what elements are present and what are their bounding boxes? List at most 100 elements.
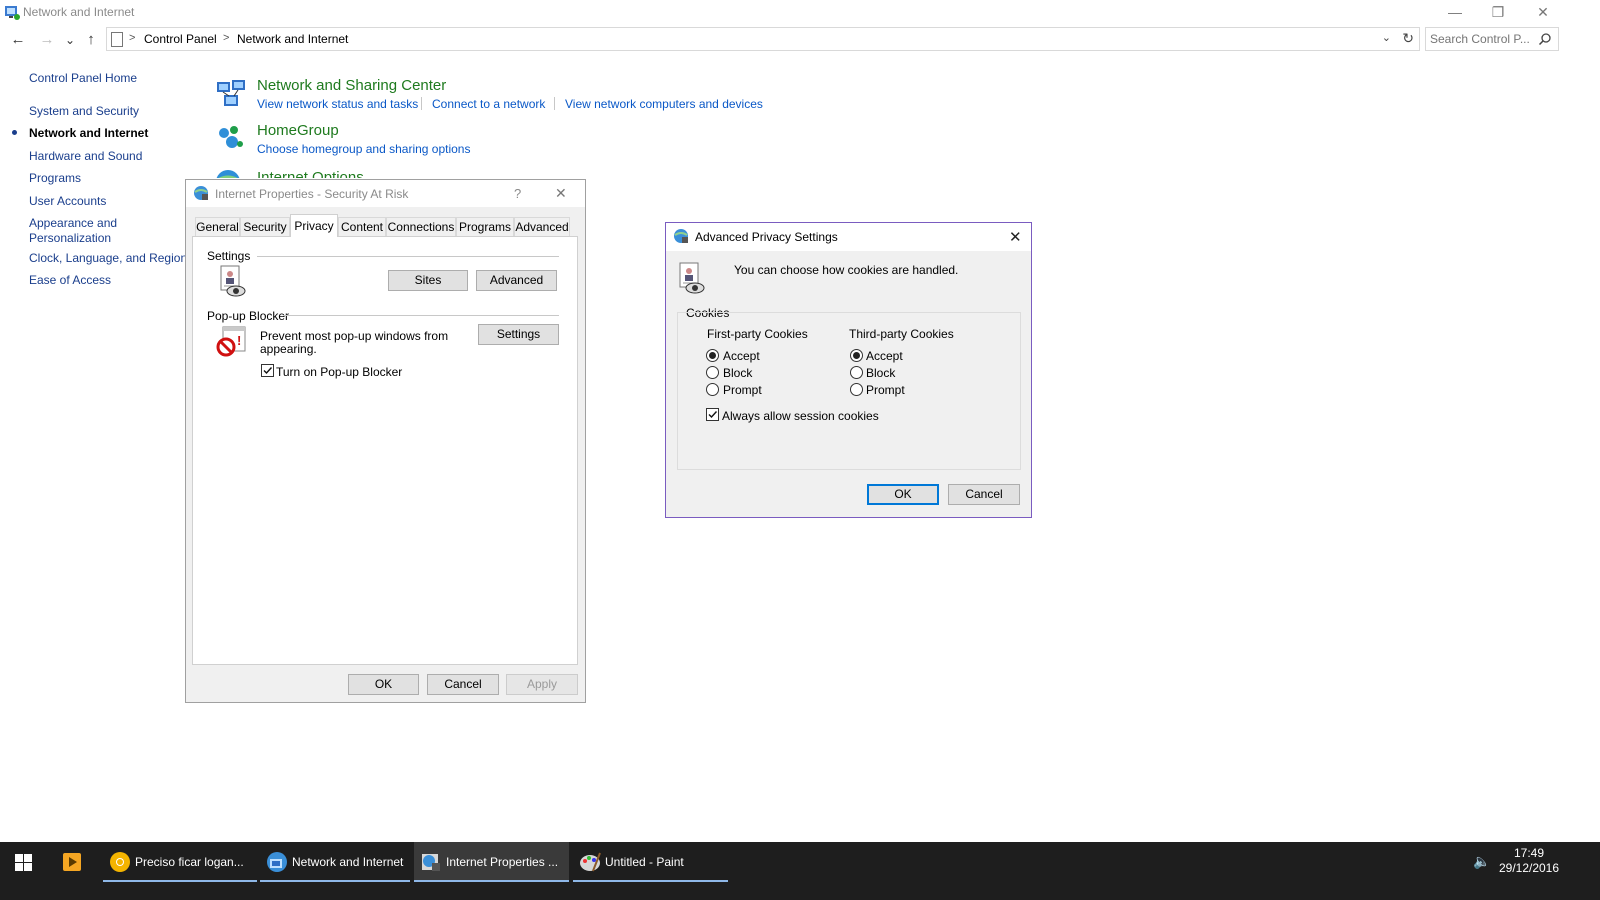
taskbar-item-paint[interactable]: Untitled - Paint xyxy=(573,842,728,882)
taskbar-label: Preciso ficar logan... xyxy=(135,855,244,869)
window-titlebar: Network and Internet — ❐ ✕ xyxy=(0,0,1600,24)
third-party-block-label[interactable]: Block xyxy=(866,366,895,380)
internet-options-title[interactable]: Internet Options xyxy=(257,169,364,178)
media-player-icon[interactable] xyxy=(62,852,82,872)
search-box[interactable] xyxy=(1425,27,1559,51)
privacy-ok-button[interactable]: OK xyxy=(867,484,939,505)
third-party-block-radio[interactable] xyxy=(850,366,863,379)
search-icon[interactable] xyxy=(1538,32,1552,46)
volume-icon[interactable]: 🔈 xyxy=(1473,853,1490,870)
properties-ok-button[interactable]: OK xyxy=(348,674,419,695)
popup-divider xyxy=(283,315,559,316)
popup-settings-button[interactable]: Settings xyxy=(478,324,559,345)
internet-properties-title: Internet Properties - Security At Risk xyxy=(215,187,409,201)
privacy-cancel-button[interactable]: Cancel xyxy=(948,484,1020,505)
popup-blocker-label: Pop-up Blocker xyxy=(207,309,290,323)
properties-cancel-button[interactable]: Cancel xyxy=(427,674,499,695)
view-network-status-link[interactable]: View network status and tasks xyxy=(257,97,418,111)
taskbar-item-chrome[interactable]: Preciso ficar logan... xyxy=(103,842,257,882)
tab-connections[interactable]: Connections xyxy=(386,217,456,237)
link-separator xyxy=(421,97,422,110)
popup-description-line2: appearing. xyxy=(260,342,317,356)
close-button[interactable]: ✕ xyxy=(1523,2,1563,22)
nav-control-panel-home[interactable]: Control Panel Home xyxy=(29,71,137,86)
nav-network-internet[interactable]: Network and Internet xyxy=(29,126,148,141)
breadcrumb-separator[interactable]: > xyxy=(223,32,229,44)
properties-apply-button[interactable]: Apply xyxy=(506,674,578,695)
nav-clock-language-region[interactable]: Clock, Language, and Region xyxy=(29,251,187,266)
taskbar-item-internet-properties[interactable]: Internet Properties ... xyxy=(414,842,569,882)
help-button[interactable]: ? xyxy=(514,186,521,201)
taskbar-item-network[interactable]: Network and Internet xyxy=(260,842,410,882)
restore-button[interactable]: ❐ xyxy=(1478,2,1518,22)
chevron-down-icon[interactable]: ⌄ xyxy=(1382,31,1391,44)
current-bullet xyxy=(12,130,17,135)
first-party-accept-radio[interactable] xyxy=(706,349,719,362)
homegroup-options-link[interactable]: Choose homegroup and sharing options xyxy=(257,142,470,156)
tab-content[interactable]: Content xyxy=(338,217,386,237)
privacy-icon xyxy=(220,265,246,297)
link-separator xyxy=(554,97,555,110)
nav-programs[interactable]: Programs xyxy=(29,171,81,186)
tab-general[interactable]: General xyxy=(195,217,240,237)
breadcrumb-separator[interactable]: > xyxy=(129,32,135,44)
nav-ease-of-access[interactable]: Ease of Access xyxy=(29,273,111,288)
refresh-icon[interactable]: ↻ xyxy=(1402,30,1414,47)
forward-icon[interactable]: → xyxy=(38,31,56,49)
third-party-label: Third-party Cookies xyxy=(849,327,954,341)
tab-advanced[interactable]: Advanced xyxy=(514,217,570,237)
first-party-accept-label[interactable]: Accept xyxy=(723,349,760,363)
svg-text:!: ! xyxy=(237,333,241,348)
tab-security[interactable]: Security xyxy=(240,217,290,237)
running-indicator xyxy=(260,880,410,882)
first-party-label: First-party Cookies xyxy=(707,327,808,341)
search-input[interactable] xyxy=(1430,31,1535,47)
nav-personalization[interactable]: Personalization xyxy=(29,231,111,246)
connect-network-link[interactable]: Connect to a network xyxy=(432,97,545,111)
sites-button[interactable]: Sites xyxy=(388,270,468,291)
up-icon[interactable]: ↑ xyxy=(82,31,100,49)
nav-appearance[interactable]: Appearance and xyxy=(29,216,117,231)
first-party-block-radio[interactable] xyxy=(706,366,719,379)
third-party-accept-radio[interactable] xyxy=(850,349,863,362)
tab-programs[interactable]: Programs xyxy=(456,217,514,237)
homegroup-title[interactable]: HomeGroup xyxy=(257,122,339,139)
view-network-computers-link[interactable]: View network computers and devices xyxy=(565,97,763,111)
control-panel-icon xyxy=(4,4,20,20)
running-indicator xyxy=(103,880,257,882)
breadcrumb-control-panel[interactable]: Control Panel xyxy=(144,32,217,46)
privacy-tab-panel: Settings Sites Advanced Pop-up Blocker !… xyxy=(192,236,578,665)
homegroup-icon xyxy=(219,126,243,148)
windows-start-icon[interactable] xyxy=(15,854,32,871)
checkmark-icon xyxy=(708,411,718,419)
first-party-prompt-label[interactable]: Prompt xyxy=(723,383,762,397)
nav-user-accounts[interactable]: User Accounts xyxy=(29,194,106,209)
third-party-prompt-label[interactable]: Prompt xyxy=(866,383,905,397)
network-sharing-title[interactable]: Network and Sharing Center xyxy=(257,77,446,94)
popup-blocker-icon: ! xyxy=(216,326,246,357)
minimize-button[interactable]: — xyxy=(1435,2,1475,22)
third-party-accept-label[interactable]: Accept xyxy=(866,349,903,363)
system-clock[interactable]: 17:49 29/12/2016 xyxy=(1494,846,1564,876)
first-party-block-label[interactable]: Block xyxy=(723,366,752,380)
back-icon[interactable]: ← xyxy=(9,31,27,49)
popup-blocker-checkbox[interactable] xyxy=(261,364,274,377)
settings-group-label: Settings xyxy=(207,249,251,263)
network-sharing-icon xyxy=(217,80,245,106)
nav-system-security[interactable]: System and Security xyxy=(29,104,139,119)
internet-properties-close-button[interactable]: ✕ xyxy=(555,185,567,202)
session-cookies-checkbox[interactable] xyxy=(706,408,719,421)
first-party-prompt-radio[interactable] xyxy=(706,383,719,396)
advanced-privacy-close-button[interactable]: ✕ xyxy=(1009,228,1022,246)
nav-hardware-sound[interactable]: Hardware and Sound xyxy=(29,149,142,164)
address-bar[interactable]: > Control Panel > Network and Internet ⌄… xyxy=(106,27,1420,51)
advanced-button[interactable]: Advanced xyxy=(476,270,557,291)
recent-locations-icon[interactable]: ⌄ xyxy=(61,31,79,49)
third-party-prompt-radio[interactable] xyxy=(850,383,863,396)
session-cookies-label[interactable]: Always allow session cookies xyxy=(722,409,879,423)
popup-checkbox-label[interactable]: Turn on Pop-up Blocker xyxy=(276,365,402,379)
address-row: ← → ⌄ ↑ > Control Panel > Network and In… xyxy=(0,27,1600,53)
internet-properties-icon xyxy=(422,854,440,871)
breadcrumb-network-internet[interactable]: Network and Internet xyxy=(237,32,348,46)
tab-privacy[interactable]: Privacy xyxy=(290,214,338,237)
